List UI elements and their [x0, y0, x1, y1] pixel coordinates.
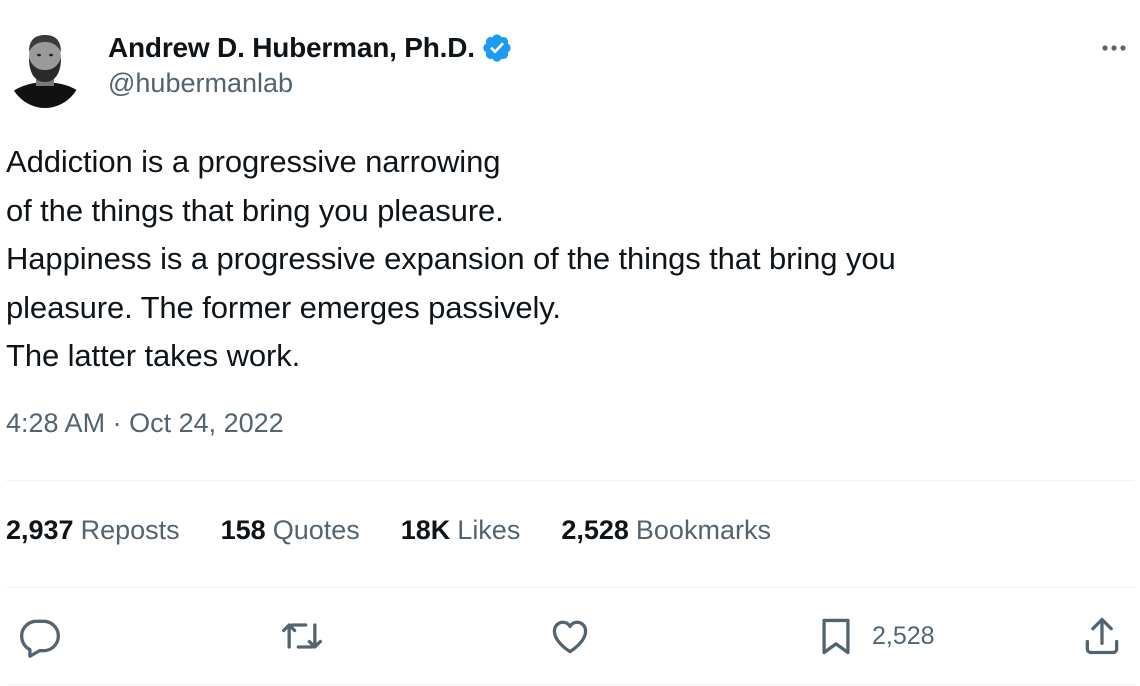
bookmarks-label: Bookmarks	[635, 515, 771, 545]
tweet-author: Andrew D. Huberman, Ph.D. @hubermanlab	[108, 30, 513, 99]
share-icon	[1085, 617, 1119, 655]
more-options-button[interactable]	[1094, 28, 1134, 68]
avatar[interactable]	[7, 26, 83, 108]
author-display-name[interactable]: Andrew D. Huberman, Ph.D.	[108, 32, 475, 64]
tweet-time: 4:28 AM	[6, 408, 106, 438]
timestamp-separator: ·	[112, 408, 122, 438]
divider	[6, 480, 1134, 481]
verified-badge-icon[interactable]	[481, 32, 513, 64]
tweet-text-line: of the things that bring you pleasure.	[6, 192, 504, 228]
reply-icon	[20, 619, 60, 658]
author-handle[interactable]: @hubermanlab	[108, 68, 513, 99]
like-icon	[552, 620, 588, 654]
reposts-label: Reposts	[80, 515, 180, 545]
quotes-stat[interactable]: 158 Quotes	[221, 515, 360, 546]
divider	[6, 587, 1134, 588]
repost-button[interactable]	[280, 614, 324, 658]
tweet-text-line: The latter takes work.	[6, 338, 301, 373]
reply-button[interactable]	[18, 614, 62, 658]
ellipsis-icon	[1102, 45, 1126, 51]
likes-label: Likes	[457, 515, 521, 545]
share-button[interactable]	[1080, 614, 1124, 658]
quotes-count: 158	[220, 515, 266, 545]
tweet-text-line: Addiction is a progressive narrowing	[6, 144, 501, 179]
tweet-text-line: pleasure. The former emerges passively.	[6, 289, 561, 325]
tweet-card: Andrew D. Huberman, Ph.D. @hubermanlab A…	[0, 0, 1140, 686]
reposts-count: 2,937	[6, 515, 74, 545]
name-row: Andrew D. Huberman, Ph.D.	[108, 30, 513, 66]
engagement-stats: 2,937 Reposts 158 Quotes 18K Likes 2,528 Boo…	[6, 515, 812, 546]
tweet-text: Addiction is a progressive narrowing of …	[6, 138, 1126, 381]
bookmarks-stat[interactable]: 2,528 Bookmarks	[561, 515, 771, 546]
divider	[6, 684, 1134, 685]
tweet-time-link[interactable]: 4:28 AM · Oct 24, 2022	[6, 408, 284, 438]
quotes-label: Quotes	[272, 515, 360, 545]
bookmarks-count: 2,528	[561, 515, 629, 545]
tweet-date: Oct 24, 2022	[129, 408, 284, 438]
bookmark-button[interactable]: 2,528	[814, 614, 935, 658]
likes-stat[interactable]: 18K Likes	[401, 515, 521, 546]
bookmark-icon	[822, 618, 850, 655]
like-button[interactable]	[548, 614, 592, 658]
reposts-stat[interactable]: 2,937 Reposts	[6, 515, 180, 546]
repost-icon	[282, 623, 322, 649]
tweet-timestamp: 4:28 AM · Oct 24, 2022	[6, 408, 284, 439]
tweet-text-line: Happiness is a progressive expansion of …	[6, 241, 896, 276]
likes-count: 18K	[400, 515, 451, 545]
profile-photo-icon	[7, 26, 83, 108]
bookmark-count: 2,528	[872, 621, 935, 650]
